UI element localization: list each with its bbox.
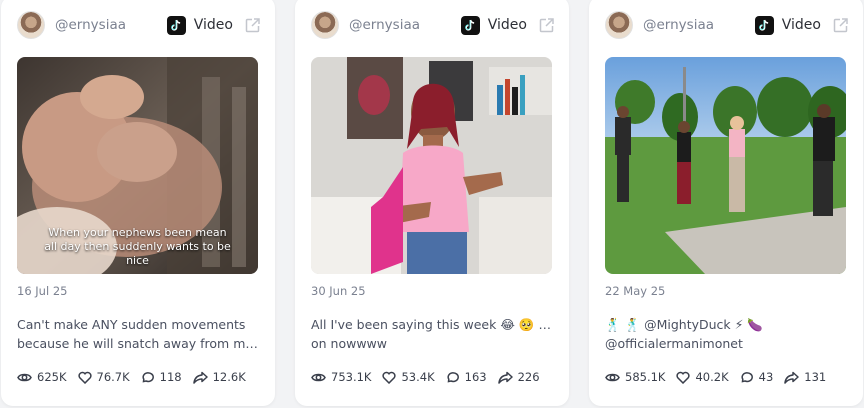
shares-count: 131 xyxy=(804,370,827,384)
post-date: 30 Jun 25 xyxy=(311,284,366,298)
views-stat: 625K xyxy=(17,370,67,384)
username[interactable]: @ernysiaa xyxy=(643,17,755,33)
post-date: 22 May 25 xyxy=(605,284,666,298)
comment-icon xyxy=(447,371,459,382)
avatar[interactable] xyxy=(17,11,45,39)
video-thumbnail[interactable] xyxy=(311,57,552,274)
post-description: 🕺 🕺 @MightyDuck ⚡ 🍆 @officialermanimonet xyxy=(605,315,847,353)
platform-label: Video xyxy=(781,17,821,33)
video-thumbnail[interactable] xyxy=(605,57,846,274)
username[interactable]: @ernysiaa xyxy=(349,17,461,33)
platform-label: Video xyxy=(487,17,527,33)
heart-icon xyxy=(676,371,691,384)
avatar[interactable] xyxy=(311,11,339,39)
external-link-icon[interactable] xyxy=(831,16,849,34)
external-link-icon[interactable] xyxy=(537,16,555,34)
views-count: 625K xyxy=(37,370,67,384)
stats-row: 585.1K 40.2K 43 131 xyxy=(605,370,837,384)
tiktok-icon xyxy=(460,15,480,35)
post-description: Can't make ANY sudden movements because … xyxy=(17,315,259,353)
views-count: 585.1K xyxy=(625,370,666,384)
description-line-2: @officialermanimonet xyxy=(605,336,743,351)
video-overlay-caption: When your nephews been mean all day then… xyxy=(44,225,231,267)
likes-count: 53.4K xyxy=(401,370,435,384)
shares-stat: 226 xyxy=(497,370,540,384)
heart-icon xyxy=(77,371,92,384)
post-card-1[interactable]: @ernysiaa Video When your nephews been m… xyxy=(1,0,275,406)
likes-stat: 53.4K xyxy=(382,370,435,384)
card-header: @ernysiaa Video xyxy=(17,10,261,40)
tiktok-icon xyxy=(166,15,186,35)
views-stat: 753.1K xyxy=(311,370,371,384)
post-card-2[interactable]: @ernysiaa Video 30 Jun 25 All I've been … xyxy=(295,0,569,406)
description-line-2: on nowwww xyxy=(311,336,388,351)
likes-count: 76.7K xyxy=(96,370,130,384)
views-stat: 585.1K xyxy=(605,370,665,384)
heart-icon xyxy=(382,371,397,384)
comment-icon xyxy=(142,371,154,382)
shares-count: 12.6K xyxy=(212,370,246,384)
comments-count: 118 xyxy=(159,370,182,384)
description-line-2: because he will snatch away from me... xyxy=(17,336,259,351)
likes-stat: 76.7K xyxy=(77,370,130,384)
eye-icon xyxy=(605,373,620,381)
comments-count: 43 xyxy=(758,370,774,384)
stats-row: 753.1K 53.4K 163 226 xyxy=(311,370,551,384)
tiktok-icon xyxy=(754,15,774,35)
avatar[interactable] xyxy=(605,11,633,39)
eye-icon xyxy=(311,373,326,381)
comments-stat: 163 xyxy=(446,370,487,384)
shares-count: 226 xyxy=(517,370,540,384)
share-icon xyxy=(784,371,800,384)
video-thumbnail[interactable]: When your nephews been mean all day then… xyxy=(17,57,258,274)
post-description: All I've been saying this week 😂 🥺 come … xyxy=(311,315,553,353)
post-card-3[interactable]: @ernysiaa Video 22 May 25 🕺 🕺 @MightyDuc… xyxy=(589,0,863,406)
likes-stat: 40.2K xyxy=(676,370,729,384)
post-date: 16 Jul 25 xyxy=(17,284,68,298)
card-header: @ernysiaa Video xyxy=(311,10,555,40)
comments-stat: 43 xyxy=(740,370,774,384)
description-line-1: All I've been saying this week 😂 🥺 come xyxy=(311,317,553,332)
card-header: @ernysiaa Video xyxy=(605,10,849,40)
username[interactable]: @ernysiaa xyxy=(55,17,167,33)
share-icon xyxy=(192,371,208,384)
platform-label: Video xyxy=(193,17,233,33)
eye-icon xyxy=(17,373,32,381)
comments-count: 163 xyxy=(464,370,487,384)
views-count: 753.1K xyxy=(331,370,372,384)
comments-stat: 118 xyxy=(141,370,182,384)
description-line-1: Can't make ANY sudden movements xyxy=(17,317,246,332)
external-link-icon[interactable] xyxy=(243,16,261,34)
likes-count: 40.2K xyxy=(695,370,729,384)
comment-icon xyxy=(741,371,753,382)
share-icon xyxy=(497,371,513,384)
shares-stat: 131 xyxy=(784,370,826,384)
stats-row: 625K 76.7K 118 12.6K xyxy=(17,370,257,384)
description-line-1: 🕺 🕺 @MightyDuck ⚡ 🍆 xyxy=(605,317,763,332)
shares-stat: 12.6K xyxy=(192,370,246,384)
